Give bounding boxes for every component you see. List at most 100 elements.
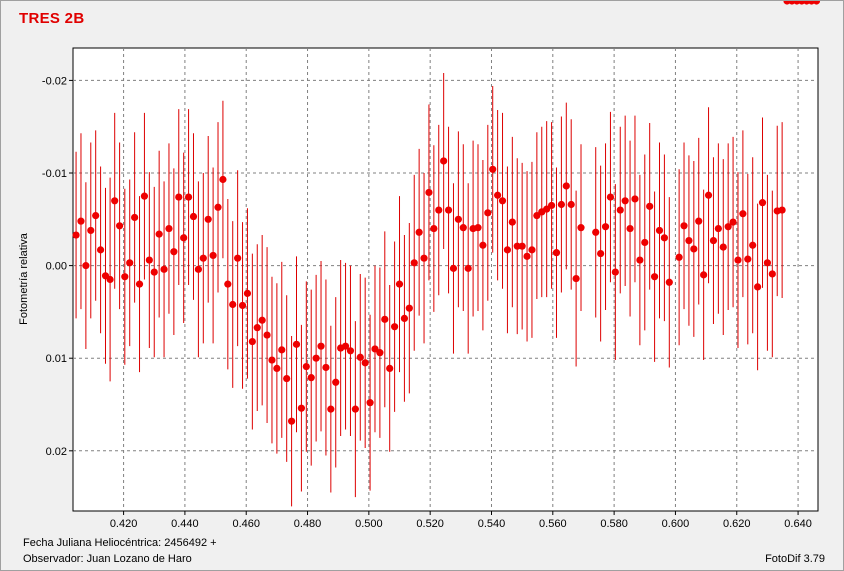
data-point [562, 182, 570, 190]
data-point [82, 262, 90, 270]
data-point [572, 274, 580, 283]
data-point [435, 206, 443, 214]
data-point [312, 354, 320, 362]
data-point [685, 237, 693, 245]
x-axis-ticks: 0.420 0.440 0.460 0.480 0.500 0.520 0.540 0.560… [110, 511, 812, 530]
data-point [547, 201, 556, 210]
x-tick-label: 0.460 [232, 518, 260, 530]
data-point [739, 210, 747, 218]
data-point [508, 218, 516, 226]
data-point [459, 224, 467, 232]
data-point [238, 301, 247, 310]
data-point [660, 234, 669, 242]
data-point [611, 268, 619, 276]
data-point [356, 353, 364, 361]
data-point [464, 264, 472, 272]
data-point [135, 280, 144, 288]
data-point [420, 254, 428, 262]
data-point [592, 228, 600, 236]
data-point [376, 349, 384, 357]
x-tick-label: 0.540 [478, 518, 506, 530]
data-point [680, 222, 688, 230]
data-point [454, 215, 462, 223]
data-point [248, 337, 256, 346]
data-point [87, 226, 95, 235]
data-point [106, 275, 114, 284]
data-point [641, 238, 649, 247]
data-point [155, 230, 163, 238]
y-axis-ticks: -0.02 -0.01 0.00 0.01 0.02 [42, 75, 73, 458]
data-point [754, 283, 762, 291]
x-tick-label: 0.580 [600, 518, 628, 530]
data-point [597, 249, 605, 258]
data-point [479, 241, 487, 249]
data-point [557, 200, 565, 209]
data-point [616, 206, 624, 214]
y-tick-label: -0.02 [42, 75, 67, 87]
y-tick-label: 0.00 [46, 261, 67, 273]
data-point [219, 175, 227, 184]
x-tick-label: 0.620 [723, 518, 751, 530]
x-tick-label: 0.500 [355, 518, 383, 530]
data-point [366, 399, 374, 407]
data-point [768, 270, 776, 278]
y-tick-label: -0.01 [42, 168, 67, 180]
data-point [116, 222, 124, 230]
light-curve-chart: 0.420 0.440 0.460 0.480 0.500 0.520 0.540 0.560… [18, 1, 821, 530]
data-point [636, 256, 644, 264]
data-point [351, 405, 359, 413]
data-point [327, 405, 335, 413]
data-point [646, 202, 654, 210]
data-point [258, 316, 266, 324]
chart-window: TRES 2B 0.420 0.440 0.460 0.480 0.500 0.520 0.… [0, 0, 844, 571]
data-point [180, 234, 188, 242]
data-point [719, 243, 727, 251]
data-point [444, 206, 453, 214]
plot-area [72, 47, 819, 512]
data-point [145, 256, 153, 264]
data-point [606, 193, 615, 201]
data-point [498, 197, 507, 205]
data-point [430, 224, 438, 233]
data-point [410, 259, 418, 267]
data-point [209, 251, 217, 260]
data-point [474, 224, 482, 232]
data-point [297, 404, 306, 412]
data-point [626, 224, 634, 233]
data-point [253, 324, 261, 332]
data-point [322, 363, 330, 372]
data-point [528, 246, 536, 254]
data-point [332, 378, 340, 386]
data-point [317, 342, 325, 350]
data-point [283, 374, 291, 383]
data-point [204, 215, 212, 223]
data-point [346, 347, 355, 355]
data-point [77, 217, 85, 225]
data-point [381, 315, 389, 323]
data-point [714, 224, 722, 233]
data-point [518, 242, 526, 250]
data-point [449, 264, 458, 272]
data-point [665, 278, 673, 286]
data-point [700, 271, 708, 279]
data-point [189, 212, 198, 221]
data-point [405, 304, 413, 312]
data-point [749, 241, 757, 249]
x-tick-label: 0.480 [294, 518, 322, 530]
data-point [214, 203, 222, 211]
data-point [744, 255, 752, 263]
data-point [96, 246, 105, 254]
data-point [621, 197, 629, 205]
data-point [234, 254, 242, 262]
data-point [229, 300, 237, 309]
data-point [199, 254, 207, 262]
data-point [395, 280, 404, 288]
data-point [709, 237, 718, 245]
x-tick-label: 0.560 [539, 518, 567, 530]
data-point [440, 157, 448, 165]
data-point [391, 323, 399, 331]
x-tick-label: 0.640 [784, 518, 812, 530]
data-point [650, 273, 659, 281]
observer-label: Observador: Juan Lozano de Haro [23, 553, 192, 565]
data-point [302, 362, 310, 371]
